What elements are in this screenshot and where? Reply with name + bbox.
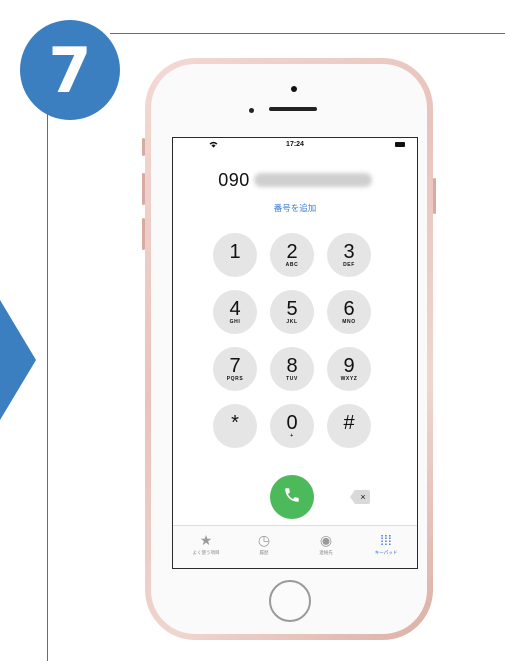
call-button[interactable] <box>270 475 314 519</box>
keypad-icon: ⁞⁞⁞ <box>380 532 392 548</box>
delete-button[interactable]: × <box>350 490 372 504</box>
key-hash[interactable]: # <box>327 404 371 448</box>
key-digit: 8 <box>286 355 298 377</box>
sensor-dot <box>249 108 254 113</box>
entered-number: 090 <box>218 169 250 190</box>
iphone-device: 17:24 090 番号を追加 1 2 ABC 3 DEF 4 GHI 5 JKL 6M… <box>142 58 436 640</box>
tab-bar: ★ よく使う項目 ◷ 履歴 ◉ 連絡先 ⁞⁞⁞ キーパッド <box>173 525 417 568</box>
phone-icon <box>283 486 301 509</box>
clock-icon: ◷ <box>257 532 271 548</box>
key-6[interactable]: 6 MNO <box>327 290 371 334</box>
key-digit: 9 <box>343 355 355 377</box>
power-button <box>433 178 436 214</box>
battery-icon <box>395 142 405 147</box>
tab-keypad[interactable]: ⁞⁞⁞ キーパッド <box>361 532 411 556</box>
key-digit: 7 <box>229 355 241 377</box>
key-4[interactable]: 4 GHI <box>213 290 257 334</box>
key-digit: 4 <box>229 298 241 320</box>
key-7[interactable]: 7 PQRS <box>213 347 257 391</box>
tab-label: 履歴 <box>259 550 269 555</box>
key-star[interactable]: * <box>213 404 257 448</box>
key-letters: TUV <box>286 376 298 382</box>
home-button[interactable] <box>269 580 311 622</box>
key-0[interactable]: 0 + <box>270 404 314 448</box>
arrow-pointer-icon <box>0 300 36 420</box>
delete-x-symbol: × <box>360 492 366 502</box>
number-display: 090 <box>173 168 417 192</box>
phone-screen: 17:24 090 番号を追加 1 2 ABC 3 DEF 4 GHI 5 JKL 6M… <box>172 137 418 569</box>
key-letters: MNO <box>342 319 356 325</box>
tab-recents[interactable]: ◷ 履歴 <box>239 532 289 556</box>
key-1[interactable]: 1 <box>213 233 257 277</box>
step-number: 7 <box>48 33 92 107</box>
key-letters: WXYZ <box>340 376 358 382</box>
frame-left-line <box>47 75 48 661</box>
key-letters: GHI <box>229 319 241 325</box>
key-letters: + <box>290 433 294 439</box>
key-digit: * <box>231 412 239 434</box>
phone-face: 17:24 090 番号を追加 1 2 ABC 3 DEF 4 GHI 5 JKL 6M… <box>151 64 427 634</box>
tab-label: よく使う項目 <box>192 550 220 555</box>
star-icon: ★ <box>199 532 213 548</box>
tab-label: 連絡先 <box>319 550 333 555</box>
key-letters: ABC <box>285 262 299 268</box>
key-digit: 5 <box>286 298 298 320</box>
key-9[interactable]: 9 WXYZ <box>327 347 371 391</box>
volume-down-button <box>142 218 145 250</box>
frame-top-line <box>110 33 505 34</box>
key-8[interactable]: 8 TUV <box>270 347 314 391</box>
key-digit: 6 <box>343 298 355 320</box>
step-number-badge: 7 <box>20 20 120 120</box>
key-digit: 1 <box>229 241 241 263</box>
key-2[interactable]: 2 ABC <box>270 233 314 277</box>
add-number-link[interactable]: 番号を追加 <box>173 202 417 214</box>
earpiece-speaker <box>269 107 317 111</box>
status-bar: 17:24 <box>173 138 417 154</box>
tab-label: キーパッド <box>374 550 398 555</box>
volume-up-button <box>142 173 145 205</box>
blurred-number <box>253 173 372 187</box>
key-digit: 3 <box>343 241 355 263</box>
front-camera <box>291 86 297 92</box>
key-digit: 0 <box>286 412 298 434</box>
key-digit: 2 <box>286 241 298 263</box>
status-time: 17:24 <box>286 141 304 148</box>
tab-contacts[interactable]: ◉ 連絡先 <box>301 532 351 556</box>
key-letters: JKL <box>286 319 298 325</box>
contact-icon: ◉ <box>319 532 333 548</box>
tab-favorites[interactable]: ★ よく使う項目 <box>181 532 231 556</box>
key-digit: # <box>343 412 355 434</box>
key-5[interactable]: 5 JKL <box>270 290 314 334</box>
mute-switch <box>142 138 145 156</box>
key-letters: PQRS <box>226 376 244 382</box>
key-3[interactable]: 3 DEF <box>327 233 371 277</box>
key-letters: DEF <box>343 262 355 268</box>
